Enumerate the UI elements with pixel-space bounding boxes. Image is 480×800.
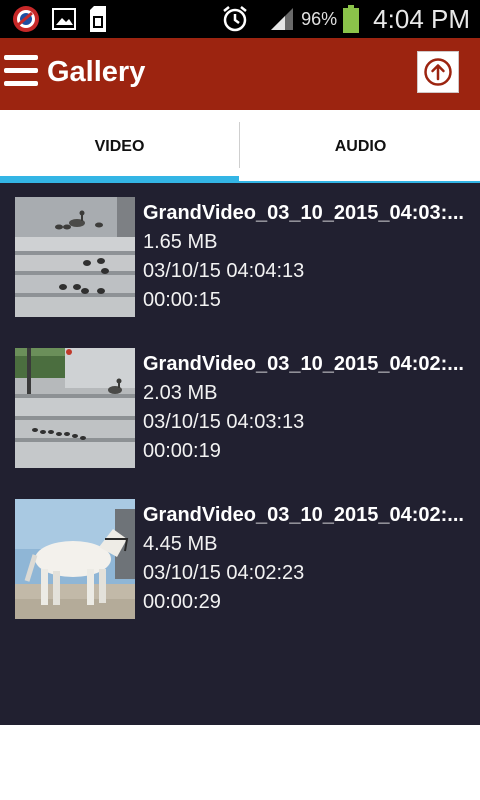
tab-audio[interactable]: AUDIO [241, 110, 480, 183]
video-title: GrandVideo_03_10_2015_04:03:... [143, 202, 464, 224]
tab-bar: VIDEO AUDIO [0, 110, 480, 183]
list-item[interactable]: GrandVideo_03_10_2015_04:02:... 4.45 MB … [15, 499, 475, 619]
signal-icon [271, 8, 294, 30]
video-title: GrandVideo_03_10_2015_04:02:... [143, 353, 464, 375]
video-size: 4.45 MB [143, 533, 218, 555]
video-info: GrandVideo_03_10_2015_04:02:... 2.03 MB … [143, 350, 475, 466]
tab-selected-indicator [0, 176, 239, 183]
app-bar: Gallery [0, 38, 480, 110]
upload-button[interactable] [417, 51, 459, 93]
list-item[interactable]: GrandVideo_03_10_2015_04:03:... 1.65 MB … [15, 197, 475, 317]
video-thumbnail [15, 499, 135, 619]
menu-icon[interactable] [4, 55, 38, 91]
battery-icon [343, 5, 360, 33]
video-date: 03/10/15 04:02:23 [143, 562, 305, 584]
video-list: GrandVideo_03_10_2015_04:03:... 1.65 MB … [0, 183, 480, 725]
video-size: 1.65 MB [143, 231, 218, 253]
upload-icon [424, 58, 452, 86]
sd-card-icon [90, 6, 106, 32]
status-system: 96% 4:04 PM [221, 0, 470, 38]
app-notification-icon [13, 6, 39, 32]
video-date: 03/10/15 04:04:13 [143, 260, 305, 282]
video-title: GrandVideo_03_10_2015_04:02:... [143, 504, 464, 526]
battery-percent: 96% [301, 8, 338, 29]
tab-video[interactable]: VIDEO [0, 110, 239, 183]
video-info: GrandVideo_03_10_2015_04:03:... 1.65 MB … [143, 199, 475, 315]
video-size: 2.03 MB [143, 382, 218, 404]
video-thumbnail [15, 197, 135, 317]
video-thumbnail [15, 348, 135, 468]
video-date: 03/10/15 04:03:13 [143, 411, 305, 433]
page-title: Gallery [47, 56, 146, 88]
image-icon [52, 8, 76, 30]
video-duration: 00:00:15 [143, 289, 221, 311]
video-duration: 00:00:19 [143, 440, 221, 462]
status-time: 4:04 PM [373, 3, 470, 34]
status-notifications [12, 5, 108, 33]
alarm-icon [223, 6, 247, 32]
status-bar: 96% 4:04 PM [0, 0, 480, 38]
video-duration: 00:00:29 [143, 591, 221, 613]
tab-divider [239, 122, 240, 168]
video-info: GrandVideo_03_10_2015_04:02:... 4.45 MB … [143, 501, 475, 617]
list-item[interactable]: GrandVideo_03_10_2015_04:02:... 2.03 MB … [15, 348, 475, 468]
